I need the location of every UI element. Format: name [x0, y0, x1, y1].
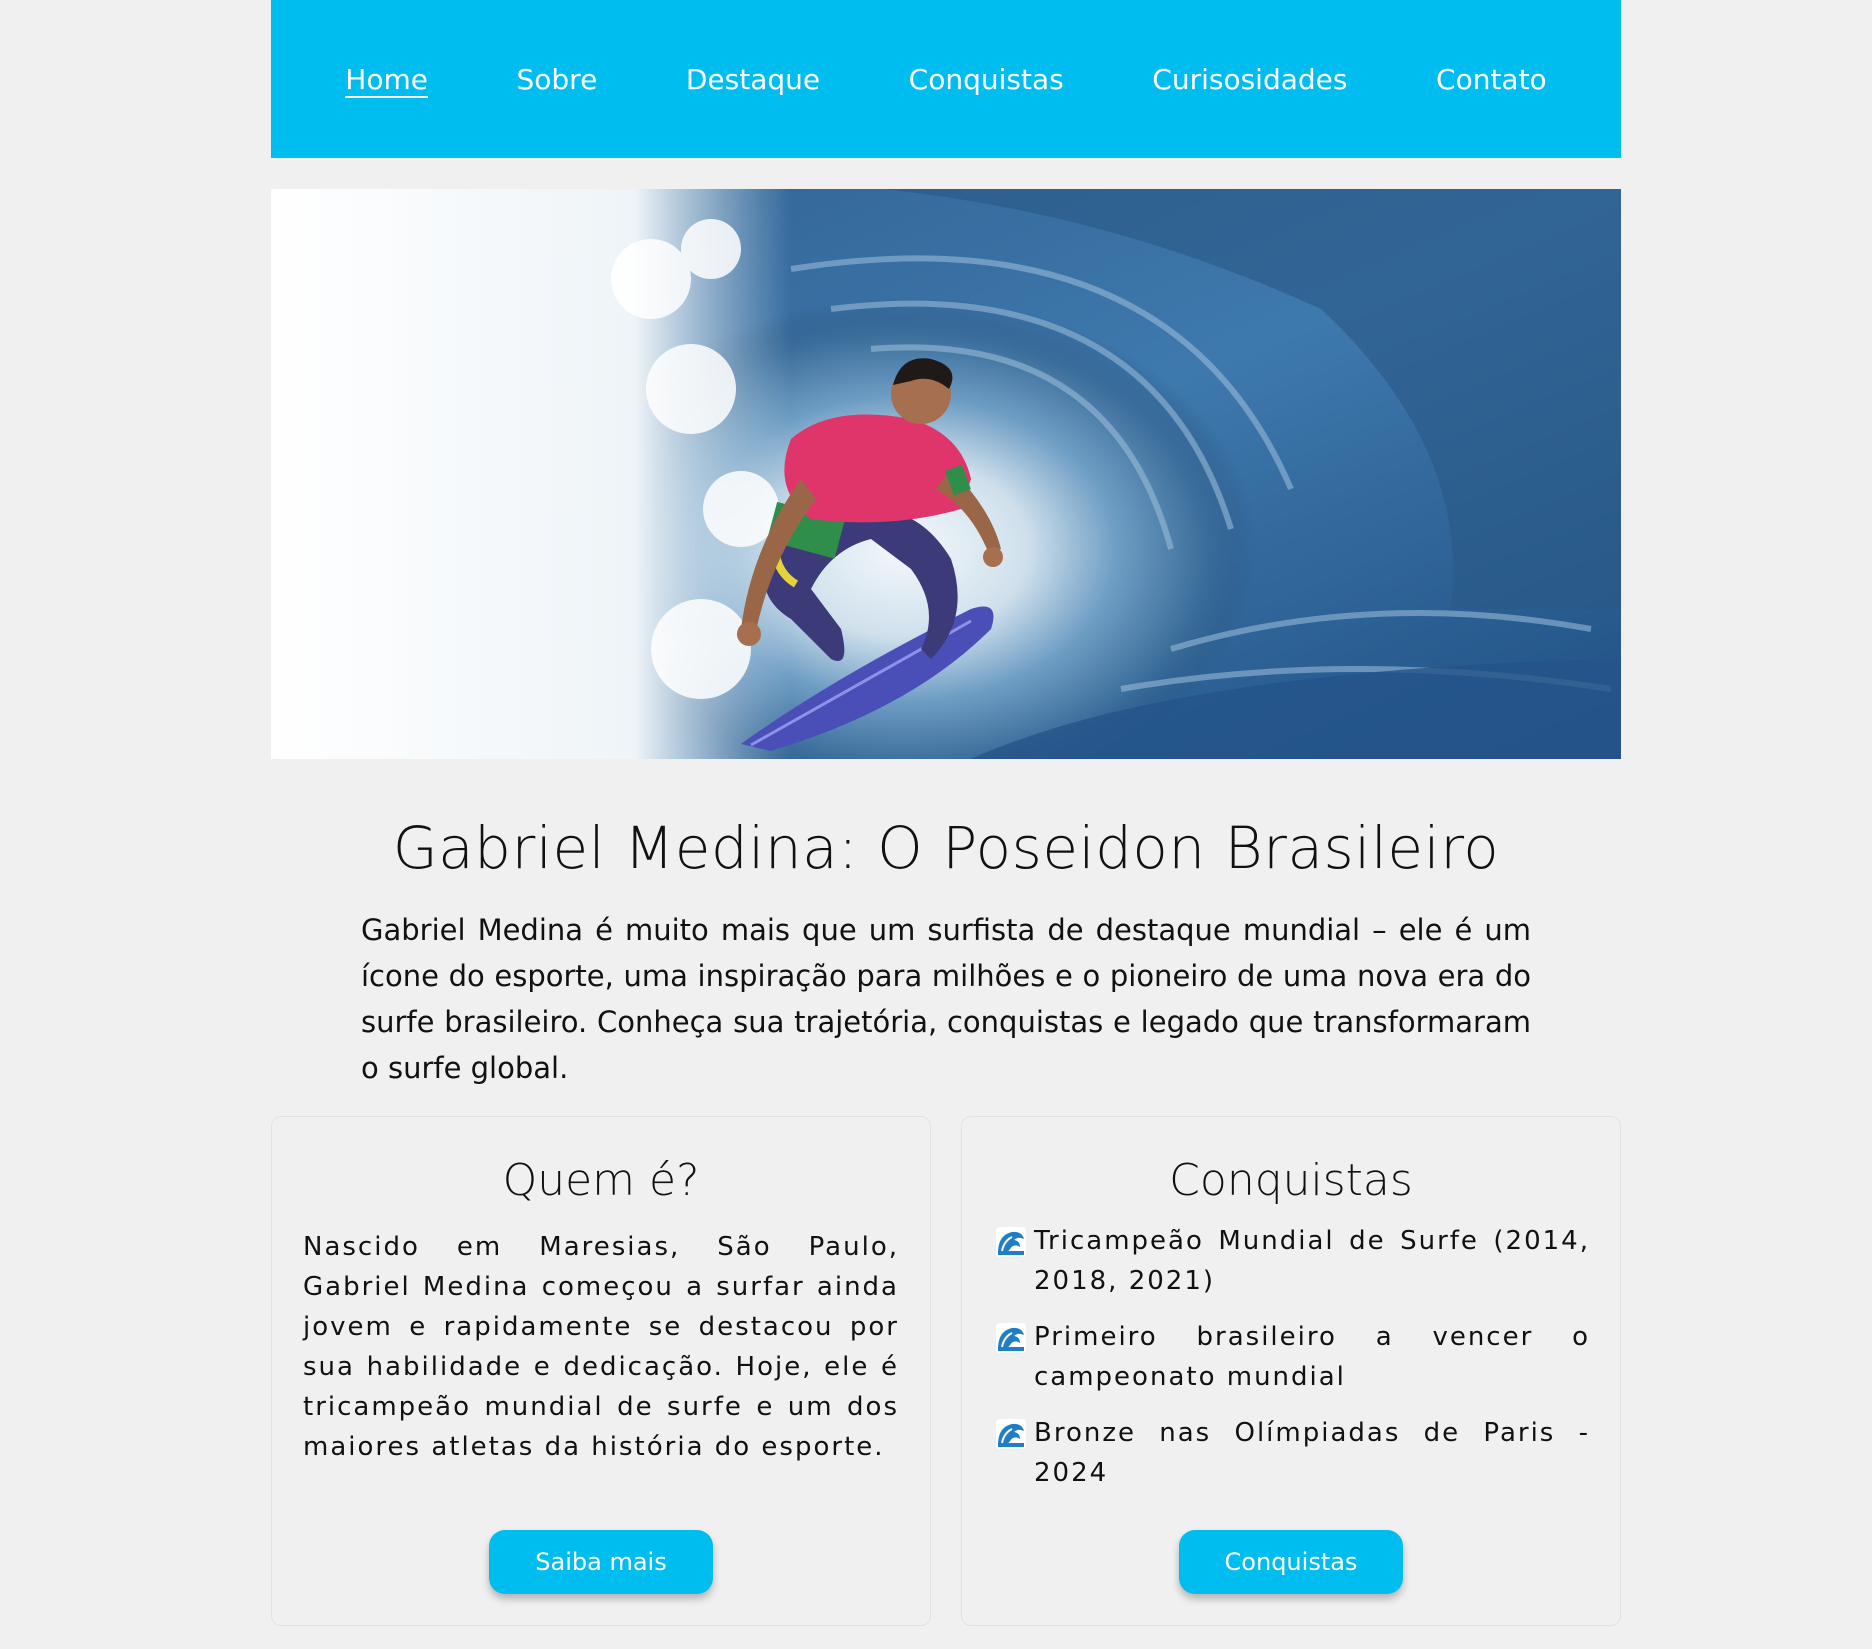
nav-conquistas-link[interactable]: Conquistas — [909, 63, 1064, 96]
nav-sobre-link[interactable]: Sobre — [517, 63, 598, 96]
achievement-text: Primeiro brasileiro a vencer o campeonat… — [1034, 1322, 1590, 1392]
about-card-text: Nascido em Maresias, São Paulo, Gabriel … — [303, 1232, 899, 1462]
achievements-card-title: Conquistas — [1169, 1155, 1413, 1206]
hero-image — [271, 189, 1621, 759]
achievement-text: Tricampeão Mundial de Surfe (2014, 2018,… — [1034, 1226, 1590, 1296]
achievements-list: Tricampeão Mundial de Surfe (2014, 2018,… — [996, 1221, 1590, 1509]
nav-curiosidades-link[interactable]: Curisosidades — [1152, 63, 1347, 96]
intro-paragraph: Gabriel Medina é muito mais que um surfi… — [361, 913, 1531, 1085]
nav-home-link[interactable]: Home — [345, 63, 428, 96]
achievement-item: Bronze nas Olímpiadas de Paris - 2024 — [996, 1413, 1590, 1493]
saiba-mais-button[interactable]: Saiba mais — [489, 1530, 713, 1594]
hero-surfer-illustration — [271, 189, 1621, 759]
about-card-title: Quem é? — [502, 1155, 700, 1206]
achievements-card: Conquistas Tricampeão Mundial de Surfe (… — [961, 1116, 1621, 1626]
nav-destaque-link[interactable]: Destaque — [686, 63, 820, 96]
conquistas-button[interactable]: Conquistas — [1179, 1530, 1403, 1594]
achievement-text: Bronze nas Olímpiadas de Paris - 2024 — [1034, 1418, 1590, 1488]
achievement-item: Tricampeão Mundial de Surfe (2014, 2018,… — [996, 1221, 1590, 1301]
page: Home Sobre Destaque Conquistas Curisosid… — [0, 0, 1872, 1649]
achievement-item: Primeiro brasileiro a vencer o campeonat… — [996, 1317, 1590, 1397]
top-navbar: Home Sobre Destaque Conquistas Curisosid… — [271, 0, 1621, 158]
wave-icon — [996, 1227, 1026, 1257]
about-card: Quem é? Nascido em Maresias, São Paulo, … — [271, 1116, 931, 1626]
nav-contato-link[interactable]: Contato — [1436, 63, 1547, 96]
wave-icon — [996, 1419, 1026, 1449]
wave-icon — [996, 1323, 1026, 1353]
page-title: Gabriel Medina: O Poseidon Brasileiro — [392, 814, 1500, 882]
